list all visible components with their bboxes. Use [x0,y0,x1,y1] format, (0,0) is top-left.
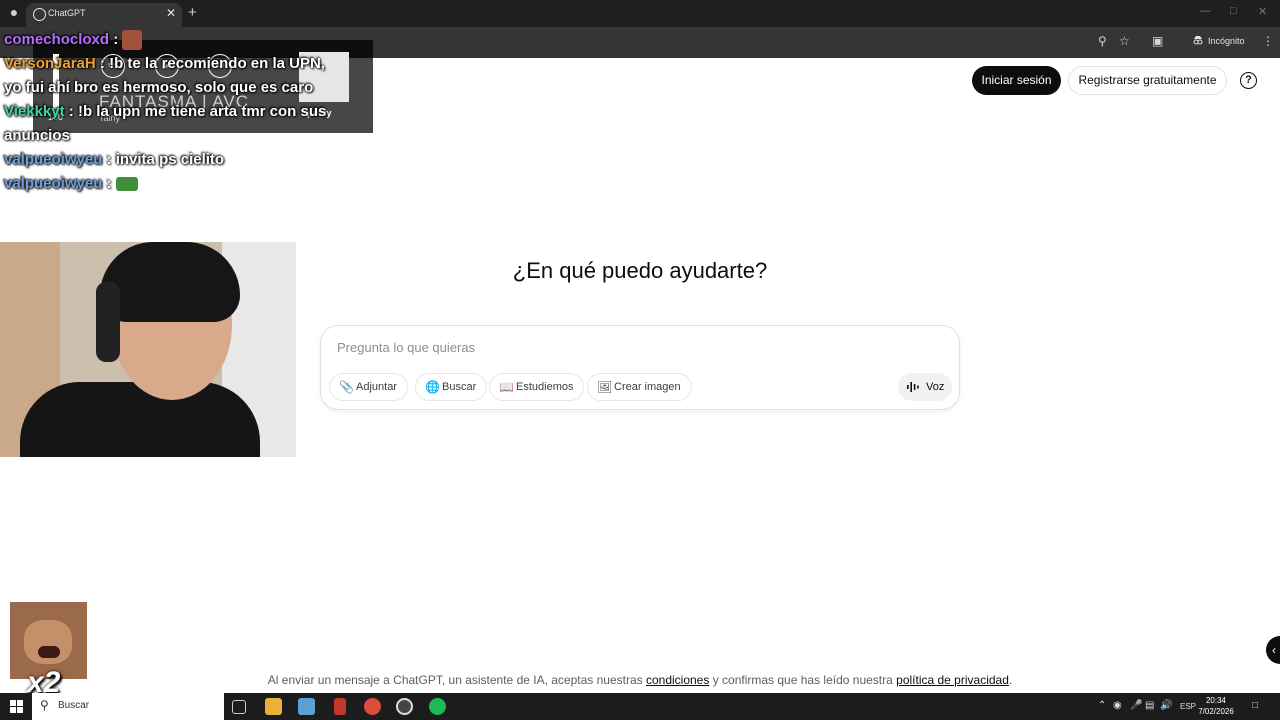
microphone-icon[interactable]: 🎤 [1130,700,1142,711]
app-red-icon[interactable] [334,698,346,715]
taskbar-search-label: Buscar [58,700,90,711]
footer-text-3: . [1008,673,1013,687]
notifications-icon[interactable]: □ [1252,700,1258,711]
globe-icon: 🌐 [425,380,440,394]
chrome-icon[interactable] [364,698,381,715]
paperclip-icon: 📎 [339,380,354,394]
frog-emote-icon [115,177,138,192]
emote-mouth [38,646,60,658]
headphones-icon [96,282,120,362]
legal-footer: Al enviar un mensaje a ChatGPT, un asist… [200,673,1080,687]
language-indicator[interactable]: ESP [1180,702,1196,711]
taskbar-clock[interactable]: 20:34 7/02/2026 [1196,695,1236,717]
windows-start-icon[interactable] [10,700,23,713]
file-explorer-icon[interactable] [265,698,282,715]
stream-chat-overlay: comechocloxd : VersonJaraH : !b te la re… [4,28,334,196]
record-icon[interactable]: ◉ [1113,700,1122,711]
browser-menu-icon[interactable]: ⋮ [1262,34,1274,48]
footer-text-2: y confirmas que has leído nuestra [709,673,897,687]
window-close-icon[interactable]: ✕ [1258,5,1267,18]
help-icon[interactable]: ? [1240,72,1257,89]
extensions-icon[interactable]: ▣ [1152,34,1163,48]
side-panel-toggle[interactable]: ‹ [1266,636,1280,664]
chrome-incognito-icon[interactable] [396,698,413,715]
chat-username: VersonJaraH [4,55,96,72]
clock-date: 7/02/2026 [1198,707,1234,716]
webcam-feed [0,242,296,457]
bookmark-star-icon[interactable]: ☆ [1119,34,1130,48]
webcam-streamer-hair [100,242,240,322]
chat-separator: : [64,103,78,120]
create-image-button[interactable]: 🖼 Crear imagen [587,373,692,401]
book-icon: 📖 [499,380,514,394]
windows-taskbar: ⚲ Buscar ⌃ ◉ 🎤 ▤ 🔊 ESP 20:34 7/02/2026 □ [0,693,1280,720]
chat-username: Viekkkyt [4,103,65,120]
voice-label: Voz [926,381,945,393]
taskbar-search[interactable]: ⚲ Buscar [32,693,224,720]
voice-waveform-icon [907,382,919,392]
speaker-icon[interactable]: 🔊 [1160,700,1172,711]
chat-username: valpueoiwyeu [4,151,103,168]
study-label: Estudiemos [516,381,574,393]
terms-link[interactable]: condiciones [646,673,709,687]
chat-username: comechocloxd [4,31,110,48]
search-label: Buscar [442,381,477,393]
browser-tab[interactable]: ChatGPT ✕ [26,3,182,27]
attach-label: Adjuntar [356,381,397,393]
create-image-label: Crear imagen [614,381,681,393]
chat-separator: : [95,55,110,72]
login-button[interactable]: Iniciar sesión [972,66,1061,95]
notes-app-icon[interactable] [298,698,315,715]
restore-icon[interactable]: □ [1230,5,1237,17]
privacy-link[interactable]: política de privacidad [896,673,1009,687]
incognito-icon [1193,36,1203,45]
spotify-icon[interactable] [429,698,446,715]
chevron-up-icon[interactable]: ⌃ [1098,700,1106,711]
chat-text: invita ps cielito [115,151,225,168]
prompt-input[interactable] [337,340,837,355]
chatgpt-favicon-icon [33,8,46,21]
browser-tab-bar: ● ChatGPT ✕ + — □ ✕ [0,0,1280,27]
chat-separator: : [102,151,116,168]
chat-message: valpueoiwyeu : invita ps cielito [4,148,334,172]
page-headline: ¿En qué puedo ayudarte? [512,258,768,283]
voice-button[interactable]: Voz [898,373,952,401]
tab-title: ChatGPT [48,8,86,18]
network-icon[interactable]: ▤ [1145,700,1154,711]
register-button[interactable]: Registrarse gratuitamente [1068,66,1227,95]
chat-separator: : [109,31,119,48]
image-icon: 🖼 [597,380,613,394]
study-button[interactable]: 📖 Estudiemos [489,373,585,401]
clock-time: 20:34 [1205,696,1227,705]
chat-username: valpueoiwyeu [4,175,103,192]
search-icon: ⚲ [40,698,49,712]
minimize-icon[interactable]: — [1200,5,1211,17]
new-tab-icon[interactable]: + [188,4,197,21]
chat-message: comechocloxd : [4,28,334,52]
attach-button[interactable]: 📎 Adjuntar [329,373,408,401]
emote-icon [122,30,143,51]
incognito-profile-icon[interactable]: ● [4,2,24,22]
tab-close-icon[interactable]: ✕ [166,6,176,20]
chat-message: valpueoiwyeu : [4,172,334,196]
incognito-label[interactable]: Incógnito [1208,36,1245,46]
chevron-left-icon: ‹ [1272,643,1276,657]
prompt-composer[interactable]: 📎 Adjuntar 🌐 Buscar 📖 Estudiemos 🖼 Crear… [320,325,960,410]
chat-message: VersonJaraH : !b te la recomiendo en la … [4,52,334,100]
chat-separator: : [102,175,112,192]
webcam-streamer-shirt [20,382,260,457]
footer-text-1: Al enviar un mensaje a ChatGPT, un asist… [267,673,646,687]
search-button[interactable]: 🌐 Buscar [415,373,488,401]
zoom-icon[interactable]: ⚲ [1098,34,1107,48]
chat-message: Viekkkyt : !b la upn me tiene arta tmr c… [4,100,334,148]
task-view-icon[interactable] [232,700,246,714]
